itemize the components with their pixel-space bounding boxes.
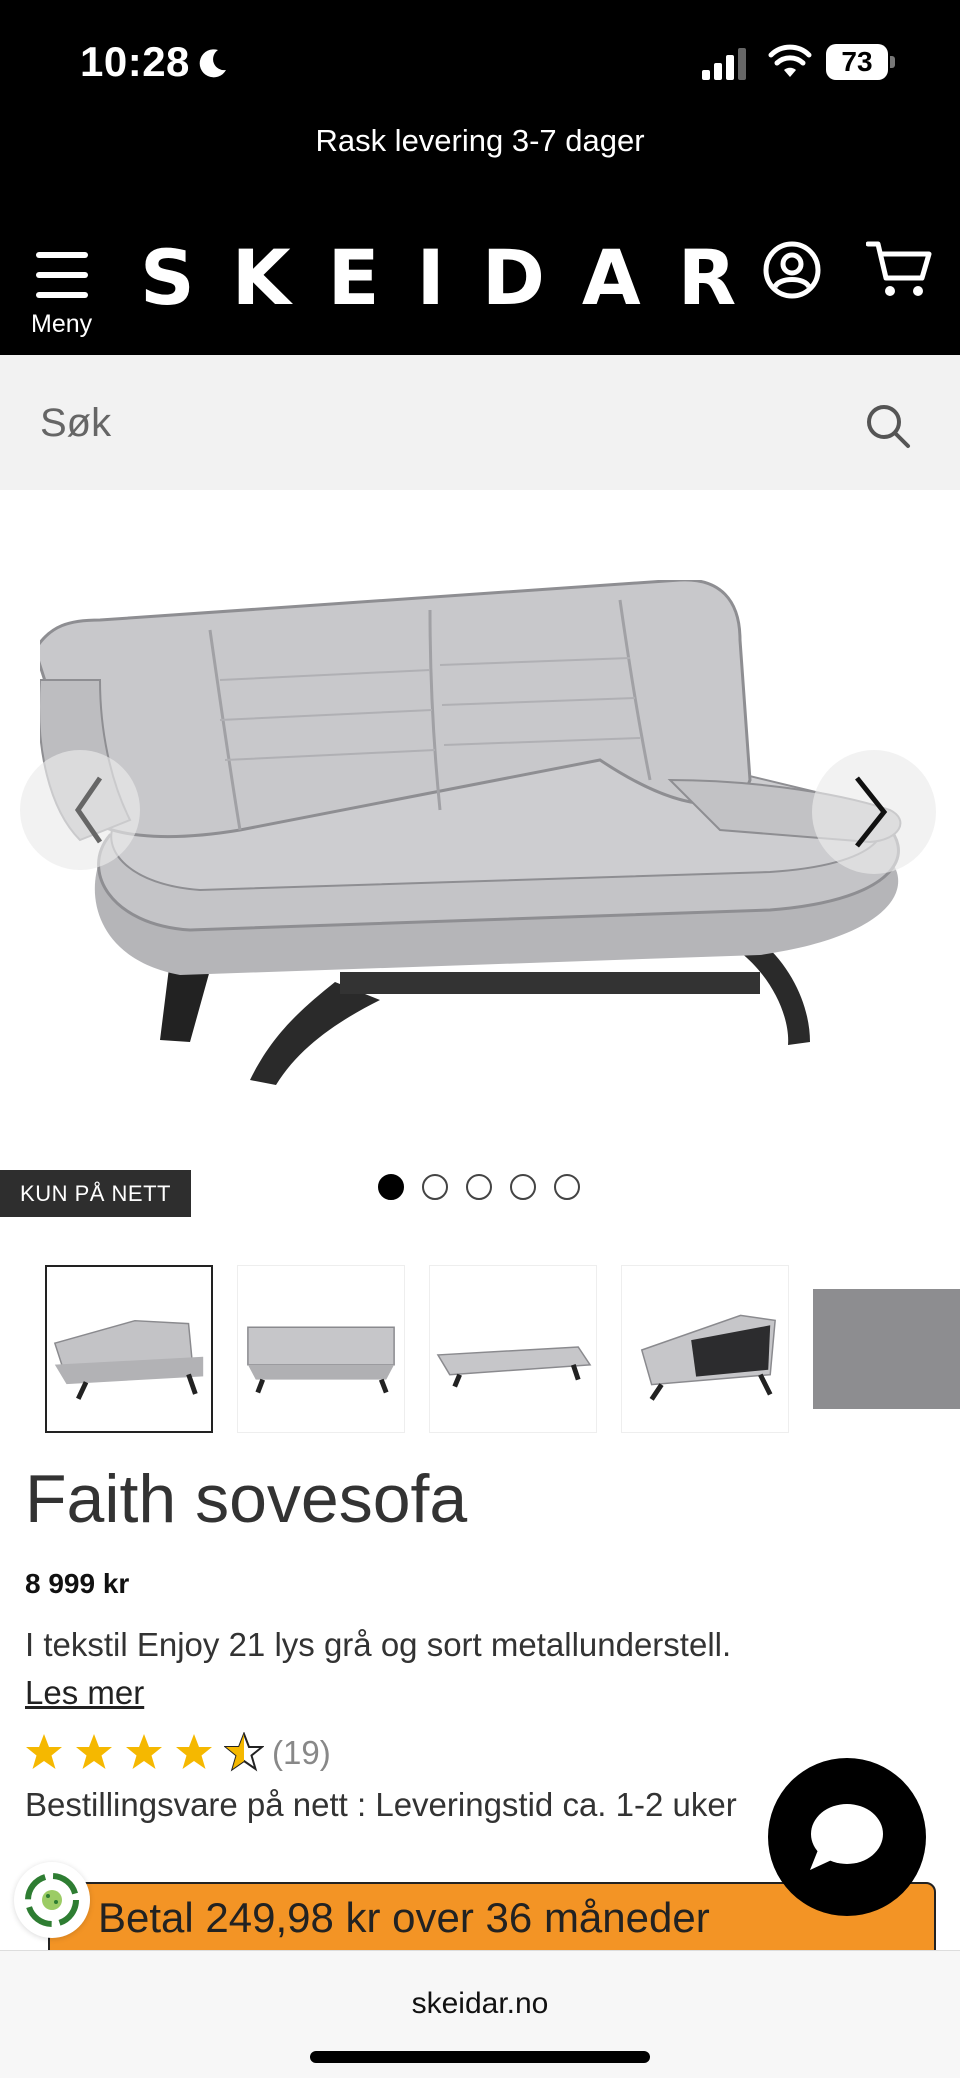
thumbnail[interactable] [621,1265,789,1433]
recycle-icon [25,1873,79,1927]
chat-icon [810,1804,883,1870]
url-bar[interactable]: skeidar.no [0,1987,960,2021]
gallery-dot[interactable] [510,1174,536,1200]
recycle-button[interactable] [14,1862,90,1938]
payment-text: Betal 249,98 kr over 36 måneder [98,1894,710,1941]
browser-bar: skeidar.no [0,1950,960,2078]
thumbnail[interactable] [237,1265,405,1433]
search-input[interactable] [40,385,820,461]
status-bar: 10:28 73 [0,0,960,110]
read-more-link[interactable]: Les mer [25,1674,144,1712]
chevron-right-icon [855,776,888,848]
signal-icon [702,48,746,80]
wifi-icon [768,44,812,77]
chat-button[interactable] [768,1758,926,1916]
rating-count: (19) [272,1734,331,1771]
availability-text: Bestillingsvare på nett : Leveringstid c… [25,1786,737,1823]
thumbnail[interactable] [813,1265,960,1433]
star-icon [126,1734,162,1769]
gallery-dot[interactable] [466,1174,492,1200]
gallery-next-button[interactable] [812,750,936,874]
half-star-icon [224,1732,264,1772]
gallery-prev-button[interactable] [20,750,140,870]
star-icon [26,1734,62,1769]
battery-icon: 73 [826,44,896,80]
thumbnail-strip [0,1265,960,1435]
battery-level: 73 [826,44,888,80]
home-indicator[interactable] [310,2051,650,2063]
thumbnail[interactable] [45,1265,213,1433]
moon-icon [199,49,226,78]
product-description: I tekstil Enjoy 21 lys grå og sort metal… [25,1626,732,1663]
gallery-dot[interactable] [422,1174,448,1200]
cart-icon[interactable] [866,238,932,300]
search-bar [0,355,960,490]
thumbnail[interactable] [429,1265,597,1433]
gallery-dot[interactable] [554,1174,580,1200]
promo-banner: Rask levering 3-7 dager [0,110,960,210]
product-price: 8 999 kr [25,1568,130,1599]
online-only-badge: KUN PÅ NETT [0,1170,191,1217]
status-time: 10:28 [80,38,190,85]
account-icon[interactable] [762,240,822,300]
star-icon [176,1734,212,1769]
menu-button[interactable]: Meny [24,240,104,340]
site-header: Meny SKEIDAR [0,210,960,355]
star-icon [76,1734,112,1769]
product-gallery: KUN PÅ NETT [0,490,960,1230]
product-image[interactable] [40,580,930,1100]
product-title: Faith sovesofa [25,1461,468,1537]
search-icon[interactable] [864,402,912,450]
site-logo[interactable]: SKEIDAR [140,230,773,326]
chevron-left-icon [74,776,103,844]
gallery-dot[interactable] [378,1174,404,1200]
menu-label: Meny [31,310,93,338]
